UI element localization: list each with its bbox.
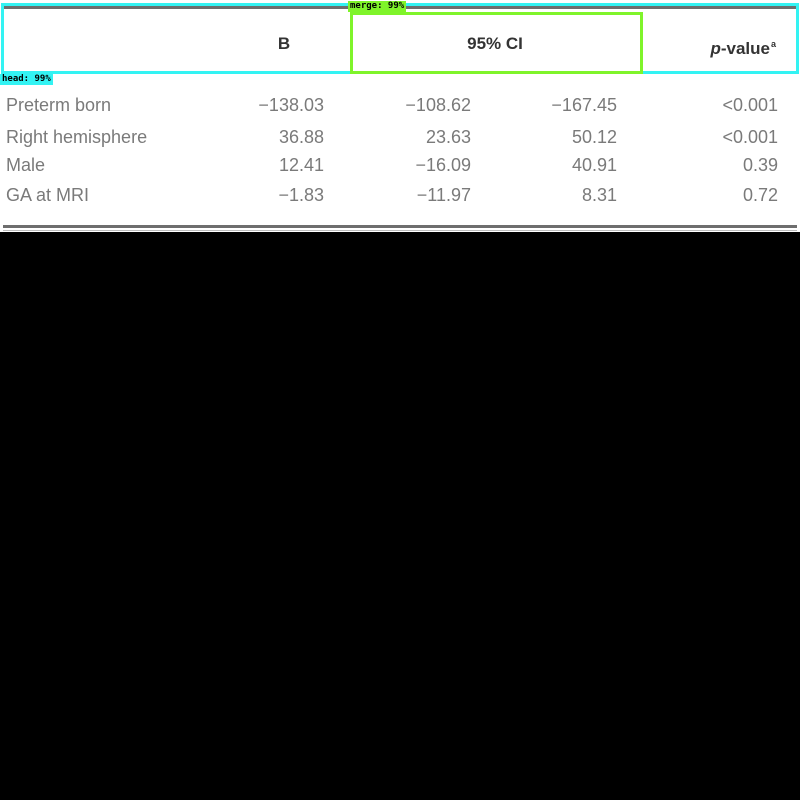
row-label: GA at MRI	[6, 185, 90, 205]
cell-ci-high: 40.91	[571, 155, 617, 175]
cell-ci-low: 23.63	[425, 127, 471, 147]
head-detection-label: head: 99%	[0, 74, 53, 85]
cell-ci-low: −108.62	[405, 95, 471, 115]
cell-ci-high: 50.12	[571, 127, 617, 147]
bottom-rule-thin	[3, 230, 797, 231]
cell-p: <0.001	[722, 127, 778, 147]
cell-ci-high: −167.45	[551, 95, 617, 115]
merge-detection-label: merge: 99%	[348, 1, 407, 12]
cell-b: 36.88	[278, 127, 324, 147]
bottom-rule	[3, 225, 797, 228]
cell-p: <0.001	[722, 95, 778, 115]
merge-detection-box	[350, 12, 643, 74]
cell-b: −138.03	[258, 95, 324, 115]
row-label: Male	[6, 155, 46, 175]
cell-p: 0.39	[742, 155, 778, 175]
cell-ci-low: −16.09	[415, 155, 471, 175]
cell-p: 0.72	[742, 185, 778, 205]
row-label: Preterm born	[6, 95, 112, 115]
row-label: Right hemisphere	[6, 127, 148, 147]
table-row: GA at MRI −1.83 −11.97 8.31 0.72	[0, 183, 800, 207]
cell-ci-low: −11.97	[416, 185, 471, 205]
table-row: Male 12.41 −16.09 40.91 0.39	[0, 153, 800, 177]
table-row: Right hemisphere 36.88 23.63 50.12 <0.00…	[0, 125, 800, 149]
cell-b: −1.83	[278, 185, 324, 205]
cell-b: 12.41	[278, 155, 324, 175]
table-row: Preterm born −138.03 −108.62 −167.45 <0.…	[0, 93, 800, 117]
cell-ci-high: 8.31	[581, 185, 617, 205]
